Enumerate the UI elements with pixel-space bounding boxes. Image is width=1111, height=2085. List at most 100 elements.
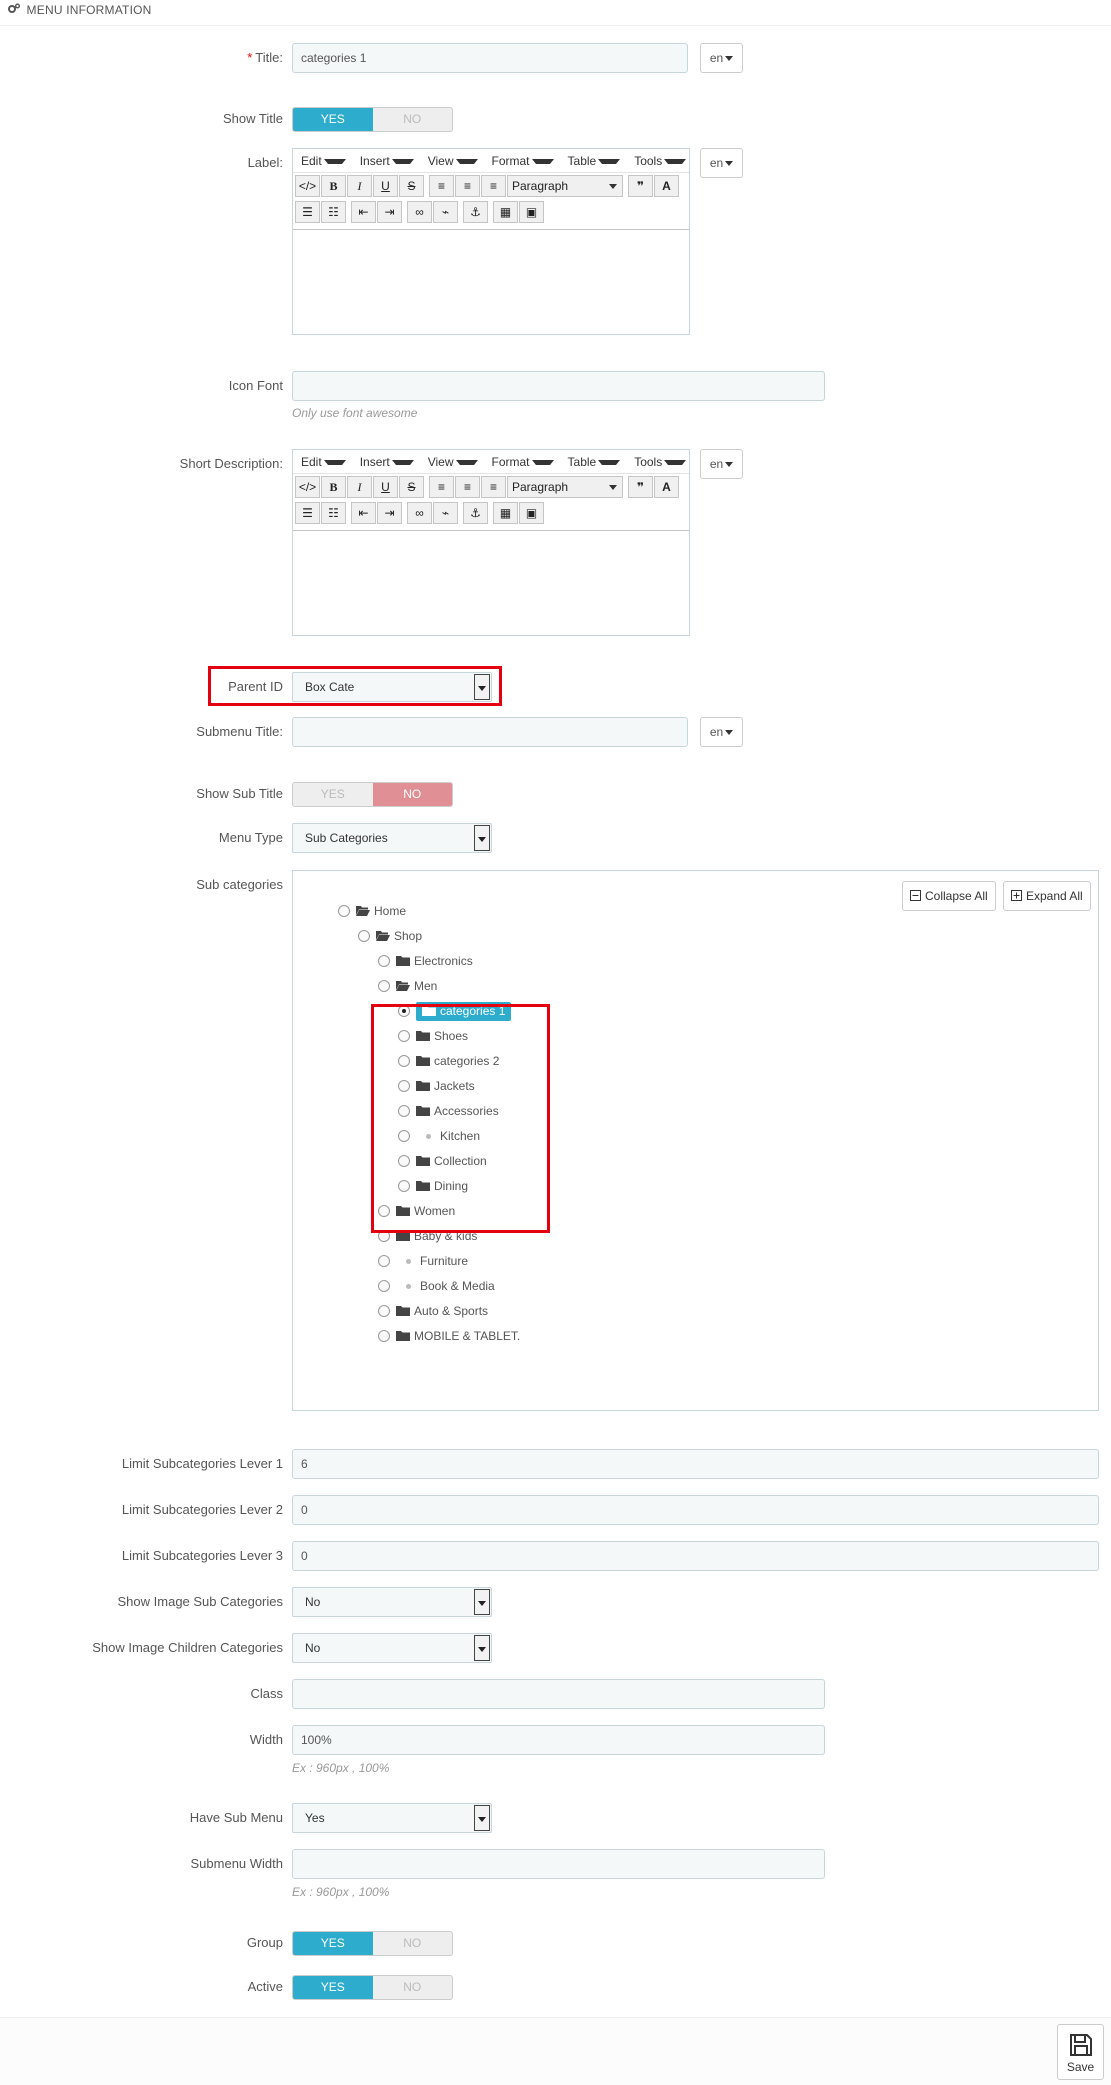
bullet-list-icon[interactable]: ☰	[295, 502, 320, 524]
tree-node-label-wrap[interactable]: Electronics	[396, 954, 473, 968]
tree-node-electronics[interactable]: Electronics	[378, 951, 473, 971]
short-description-editor-content[interactable]	[293, 530, 689, 635]
menu-insert[interactable]: Insert	[354, 452, 422, 472]
blockquote-icon[interactable]: ❞	[628, 476, 653, 498]
show-sub-title-no[interactable]: NO	[372, 783, 452, 806]
menu-view[interactable]: View	[422, 151, 486, 171]
short-description-lang-button[interactable]: en	[700, 449, 743, 479]
video-icon[interactable]: ▦	[493, 502, 518, 524]
menu-insert[interactable]: Insert	[354, 151, 422, 171]
have-sub-menu-select[interactable]: Yes	[292, 1803, 492, 1833]
source-code-icon[interactable]: </>	[295, 476, 320, 498]
tree-node-furniture[interactable]: Furniture	[378, 1251, 468, 1271]
radio-button[interactable]	[378, 954, 390, 967]
limit-lever-2-input[interactable]: 0	[292, 1495, 1099, 1525]
align-left-icon[interactable]: ≡	[429, 175, 454, 197]
short-description-editor[interactable]: Edit Insert View Format Table Tools </> B I U S ≡ ≡…	[292, 449, 690, 636]
active-yes[interactable]: YES	[293, 1976, 373, 1999]
tree-node-shop[interactable]: Shop	[358, 926, 422, 946]
label-lang-button[interactable]: en	[700, 148, 743, 178]
radio-button[interactable]	[378, 1304, 390, 1317]
menu-view[interactable]: View	[422, 452, 486, 472]
tree-node-book-media[interactable]: Book & Media	[378, 1276, 495, 1296]
show-image-sub-select[interactable]: No	[292, 1587, 492, 1617]
tree-node-mobile-tablet[interactable]: MOBILE & TABLET.	[378, 1326, 520, 1346]
font-color-icon[interactable]: A	[654, 476, 679, 498]
align-right-icon[interactable]: ≡	[481, 476, 506, 498]
source-code-icon[interactable]: </>	[295, 175, 320, 197]
paragraph-select[interactable]: Paragraph	[507, 175, 623, 197]
align-right-icon[interactable]: ≡	[481, 175, 506, 197]
collapse-all-button[interactable]: Collapse All	[902, 881, 996, 911]
image-icon[interactable]: ▣	[519, 502, 544, 524]
radio-button[interactable]	[378, 1279, 390, 1292]
submenu-title-lang-button[interactable]: en	[700, 717, 743, 747]
radio-button[interactable]	[358, 929, 370, 942]
menu-edit[interactable]: Edit	[295, 452, 354, 472]
tree-node-label-wrap[interactable]: Shop	[376, 929, 422, 943]
numbered-list-icon[interactable]: ☷	[321, 201, 346, 223]
radio-button[interactable]	[338, 904, 350, 917]
underline-icon[interactable]: U	[373, 476, 398, 498]
strikethrough-icon[interactable]: S	[399, 476, 424, 498]
radio-button[interactable]	[378, 1329, 390, 1342]
active-toggle[interactable]: YES NO	[292, 1975, 453, 2000]
italic-icon[interactable]: I	[347, 175, 372, 197]
anchor-icon[interactable]: ⚓	[463, 502, 488, 524]
italic-icon[interactable]: I	[347, 476, 372, 498]
radio-button[interactable]	[378, 979, 390, 992]
menu-format[interactable]: Format	[486, 452, 562, 472]
bold-icon[interactable]: B	[321, 476, 346, 498]
title-input[interactable]: categories 1	[292, 43, 688, 73]
width-input[interactable]: 100%	[292, 1725, 825, 1755]
show-image-children-select[interactable]: No	[292, 1633, 492, 1663]
tree-node-label-wrap[interactable]: Auto & Sports	[396, 1304, 488, 1318]
limit-lever-3-input[interactable]: 0	[292, 1541, 1099, 1571]
expand-all-button[interactable]: Expand All	[1003, 881, 1091, 911]
label-editor[interactable]: Edit Insert View Format Table Tools </> B I U S ≡ ≡…	[292, 148, 690, 335]
align-center-icon[interactable]: ≡	[455, 476, 480, 498]
group-toggle[interactable]: YES NO	[292, 1931, 453, 1956]
menu-format[interactable]: Format	[486, 151, 562, 171]
unlink-icon[interactable]: ⌁	[433, 502, 458, 524]
tree-node-auto-sports[interactable]: Auto & Sports	[378, 1301, 488, 1321]
align-left-icon[interactable]: ≡	[429, 476, 454, 498]
radio-button[interactable]	[378, 1254, 390, 1267]
underline-icon[interactable]: U	[373, 175, 398, 197]
bullet-list-icon[interactable]: ☰	[295, 201, 320, 223]
video-icon[interactable]: ▦	[493, 201, 518, 223]
show-sub-title-yes[interactable]: YES	[293, 783, 373, 806]
submenu-width-input[interactable]	[292, 1849, 825, 1879]
link-icon[interactable]: ∞	[407, 502, 432, 524]
icon-font-input[interactable]	[292, 371, 825, 401]
tree-node-men[interactable]: Men	[378, 976, 437, 996]
show-title-yes[interactable]: YES	[293, 108, 373, 131]
link-icon[interactable]: ∞	[407, 201, 432, 223]
class-input[interactable]	[292, 1679, 825, 1709]
unlink-icon[interactable]: ⌁	[433, 201, 458, 223]
group-no[interactable]: NO	[373, 1932, 453, 1955]
menu-table[interactable]: Table	[562, 452, 629, 472]
numbered-list-icon[interactable]: ☷	[321, 502, 346, 524]
tree-node-label-wrap[interactable]: Furniture	[396, 1254, 468, 1268]
outdent-icon[interactable]: ⇤	[351, 502, 376, 524]
strikethrough-icon[interactable]: S	[399, 175, 424, 197]
parent-id-select[interactable]: Box Cate	[292, 672, 492, 702]
anchor-icon[interactable]: ⚓	[463, 201, 488, 223]
title-lang-button[interactable]: en	[700, 43, 743, 73]
active-no[interactable]: NO	[373, 1976, 453, 1999]
font-color-icon[interactable]: A	[654, 175, 679, 197]
outdent-icon[interactable]: ⇤	[351, 201, 376, 223]
paragraph-select[interactable]: Paragraph	[507, 476, 623, 498]
label-editor-content[interactable]	[293, 229, 689, 334]
group-yes[interactable]: YES	[293, 1932, 373, 1955]
show-sub-title-toggle[interactable]: YES NO	[292, 782, 453, 807]
limit-lever-1-input[interactable]: 6	[292, 1449, 1099, 1479]
tree-node-home[interactable]: Home	[338, 901, 406, 921]
submenu-title-input[interactable]	[292, 717, 688, 747]
blockquote-icon[interactable]: ❞	[628, 175, 653, 197]
indent-icon[interactable]: ⇥	[377, 502, 402, 524]
menu-type-select[interactable]: Sub Categories	[292, 823, 492, 853]
show-title-toggle[interactable]: YES NO	[292, 107, 453, 132]
menu-tools[interactable]: Tools	[628, 151, 694, 171]
